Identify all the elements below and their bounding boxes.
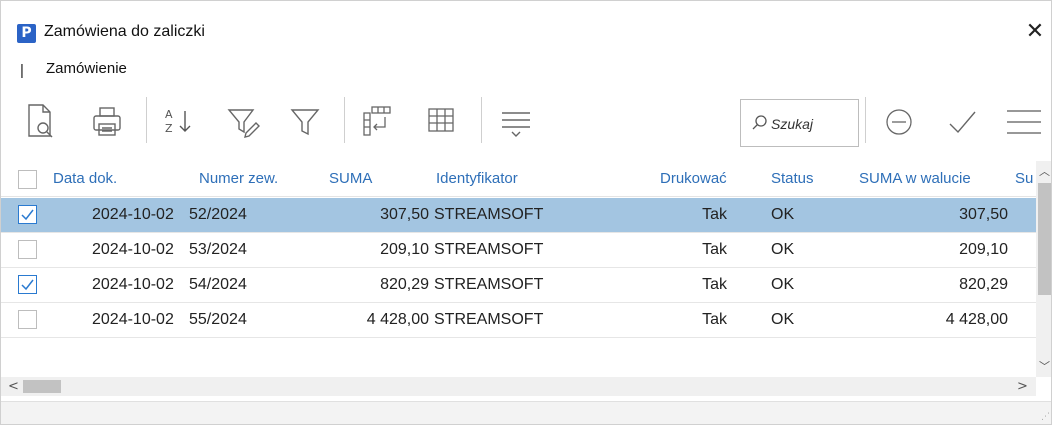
cell-drukowac: Tak <box>702 311 727 328</box>
cell-suma-w-walucie: 209,10 <box>959 241 1008 258</box>
horizontal-scrollbar[interactable]: < > <box>1 377 1036 396</box>
status-bar <box>1 401 1051 424</box>
horizontal-scroll-thumb[interactable] <box>23 380 61 393</box>
cell-identyfikator: STREAMSOFT <box>434 276 544 293</box>
cell-drukowac: Tak <box>702 276 727 293</box>
column-header-data-dok[interactable]: Data dok. <box>53 170 117 187</box>
svg-text:A: A <box>165 108 173 121</box>
search-icon <box>752 115 767 130</box>
filter-edit-icon[interactable] <box>225 101 261 141</box>
cell-identyfikator: STREAMSOFT <box>434 241 544 258</box>
grid-icon[interactable] <box>423 101 459 141</box>
scroll-down-icon[interactable]: ﹀ <box>1036 358 1051 375</box>
group-lines-icon[interactable] <box>498 101 534 141</box>
sort-az-icon[interactable]: A Z <box>161 101 197 141</box>
cell-status: OK <box>771 276 795 293</box>
toolbar-separator <box>481 97 482 143</box>
menu-item-zamowienie[interactable]: Zamówienie <box>46 60 127 77</box>
column-header-suma[interactable]: SUMA <box>329 170 372 187</box>
cell-data-dok: 2024-10-02 <box>92 311 174 328</box>
cell-numer-zew: 52/2024 <box>189 206 247 223</box>
select-all-checkbox[interactable] <box>18 170 37 189</box>
cell-data-dok: 2024-10-02 <box>92 241 174 258</box>
cell-status: OK <box>771 241 795 258</box>
cell-status: OK <box>771 311 795 328</box>
title-bar: P Zamówiena do zaliczki ✕ <box>1 1 1051 51</box>
table-row[interactable]: 2024-10-02 54/2024 820,29 STREAMSOFT Tak OK 82… <box>1 268 1036 303</box>
cell-drukowac: Tak <box>702 206 727 223</box>
cell-suma-w-walucie: 4 428,00 <box>945 311 1008 328</box>
close-button[interactable]: ✕ <box>1019 17 1051 47</box>
row-checkbox[interactable] <box>18 275 37 294</box>
cell-suma: 307,50 <box>380 206 429 223</box>
search-box[interactable] <box>740 99 859 147</box>
dialog-window: P Zamówiena do zaliczki ✕ | Zamówienie A… <box>0 0 1052 425</box>
column-header-drukowac[interactable]: Drukować <box>660 170 727 187</box>
grid-header: Data dok. Numer zew. SUMA Identyfikator … <box>1 161 1036 197</box>
cell-suma: 209,10 <box>380 241 429 258</box>
row-checkbox[interactable] <box>18 240 37 259</box>
table-row[interactable]: 2024-10-02 55/2024 4 428,00 STREAMSOFT Tak OK… <box>1 303 1036 338</box>
column-header-suma-w-walucie[interactable]: SUMA w walucie <box>859 170 971 187</box>
column-header-su[interactable]: Su <box>1015 170 1033 187</box>
minus-circle-icon[interactable] <box>881 101 917 141</box>
menu-lines-icon[interactable] <box>1005 101 1045 141</box>
cell-suma: 820,29 <box>380 276 429 293</box>
row-checkbox[interactable] <box>18 205 37 224</box>
cell-data-dok: 2024-10-02 <box>92 276 174 293</box>
scroll-right-icon[interactable]: > <box>1014 377 1031 396</box>
cell-identyfikator: STREAMSOFT <box>434 206 544 223</box>
window-title: Zamówiena do zaliczki <box>44 23 205 40</box>
vertical-scrollbar[interactable]: ︿ ﹀ <box>1036 161 1051 377</box>
cell-status: OK <box>771 206 795 223</box>
check-icon[interactable] <box>944 101 980 141</box>
menu-separator: | <box>20 62 24 79</box>
search-input[interactable] <box>771 113 855 135</box>
row-checkbox[interactable] <box>18 310 37 329</box>
menu-bar <box>1 56 1051 84</box>
svg-text:Z: Z <box>165 122 173 135</box>
column-header-status[interactable]: Status <box>771 170 814 187</box>
resize-grip-icon[interactable]: ⋰ <box>1041 411 1051 423</box>
scroll-left-icon[interactable]: < <box>5 377 22 396</box>
filter-icon[interactable] <box>287 101 323 141</box>
toolbar-separator <box>344 97 345 143</box>
cell-suma-w-walucie: 820,29 <box>959 276 1008 293</box>
scroll-up-icon[interactable]: ︿ <box>1036 163 1051 180</box>
cell-numer-zew: 54/2024 <box>189 276 247 293</box>
cell-numer-zew: 55/2024 <box>189 311 247 328</box>
cell-identyfikator: STREAMSOFT <box>434 311 544 328</box>
cell-data-dok: 2024-10-02 <box>92 206 174 223</box>
cell-drukowac: Tak <box>702 241 727 258</box>
column-layout-icon[interactable] <box>359 101 395 141</box>
column-header-numer-zew[interactable]: Numer zew. <box>199 170 278 187</box>
cell-suma-w-walucie: 307,50 <box>959 206 1008 223</box>
document-preview-icon[interactable] <box>23 101 59 141</box>
table-row[interactable]: 2024-10-02 53/2024 209,10 STREAMSOFT Tak OK 20… <box>1 233 1036 268</box>
vertical-scroll-thumb[interactable] <box>1038 183 1051 295</box>
cell-numer-zew: 53/2024 <box>189 241 247 258</box>
cell-suma: 4 428,00 <box>366 311 429 328</box>
column-header-identyfikator[interactable]: Identyfikator <box>436 170 518 187</box>
table-row[interactable]: 2024-10-02 52/2024 307,50 STREAMSOFT Tak OK 30… <box>1 198 1036 233</box>
app-logo-icon: P <box>17 24 36 43</box>
print-icon[interactable] <box>89 101 125 141</box>
data-grid: Data dok. Numer zew. SUMA Identyfikator … <box>1 161 1036 376</box>
toolbar-separator <box>146 97 147 143</box>
toolbar-separator <box>865 97 866 143</box>
